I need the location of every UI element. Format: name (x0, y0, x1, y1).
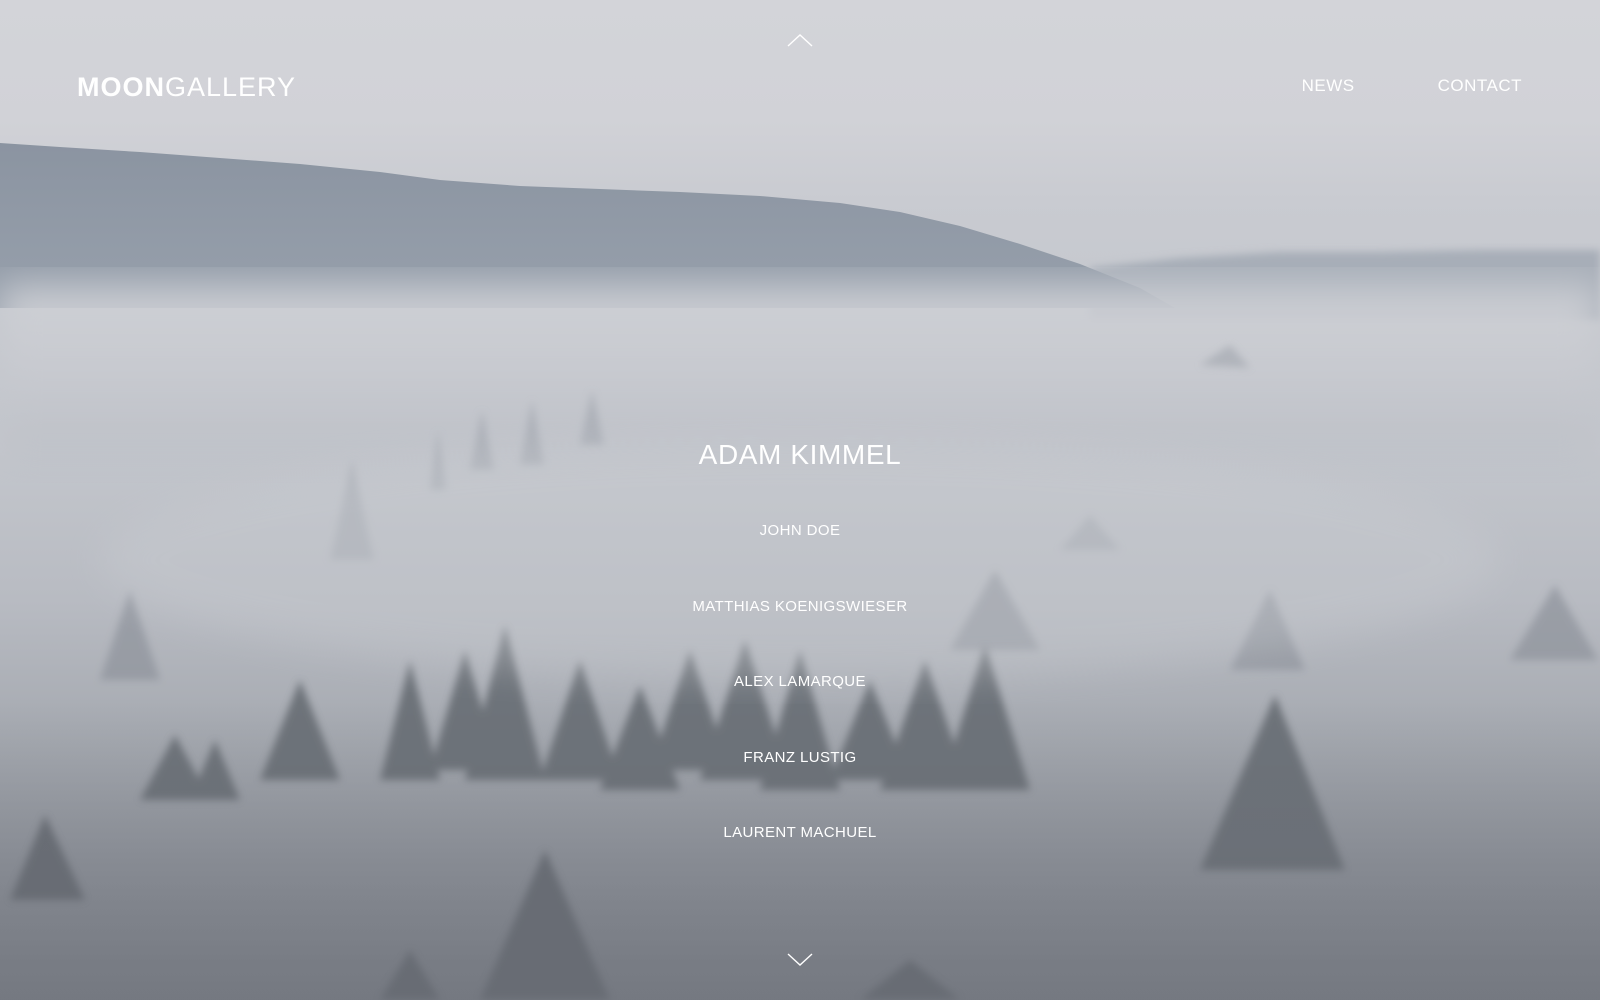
gallery-logo[interactable]: MOONGALLERY (77, 71, 296, 103)
artist-featured[interactable]: ADAM KIMMEL (500, 438, 1100, 472)
artist-list-item[interactable]: MATTHIAS KOENIGSWIESER (500, 597, 1100, 617)
logo-gallery: GALLERY (165, 72, 297, 102)
artist-list-item[interactable]: FRANZ LUSTIG (500, 748, 1100, 768)
nav-contact-link[interactable]: CONTACT (1438, 74, 1522, 98)
misty-forest-background (0, 143, 1600, 1000)
hero-background: MOONGALLERY NEWS CONTACT ADAM KIMMEL JOH… (0, 0, 1600, 1000)
logo-moon: MOON (77, 72, 165, 102)
main-nav: NEWS CONTACT (1302, 74, 1522, 98)
chevron-down-icon[interactable] (787, 953, 813, 967)
artist-list-item[interactable]: LAURENT MACHUEL (500, 823, 1100, 843)
artist-list-item[interactable]: ALEX LAMARQUE (500, 672, 1100, 692)
nav-news-link[interactable]: NEWS (1302, 74, 1355, 98)
chevron-up-icon[interactable] (787, 33, 813, 47)
artist-list-item[interactable]: JOHN DOE (500, 521, 1100, 541)
